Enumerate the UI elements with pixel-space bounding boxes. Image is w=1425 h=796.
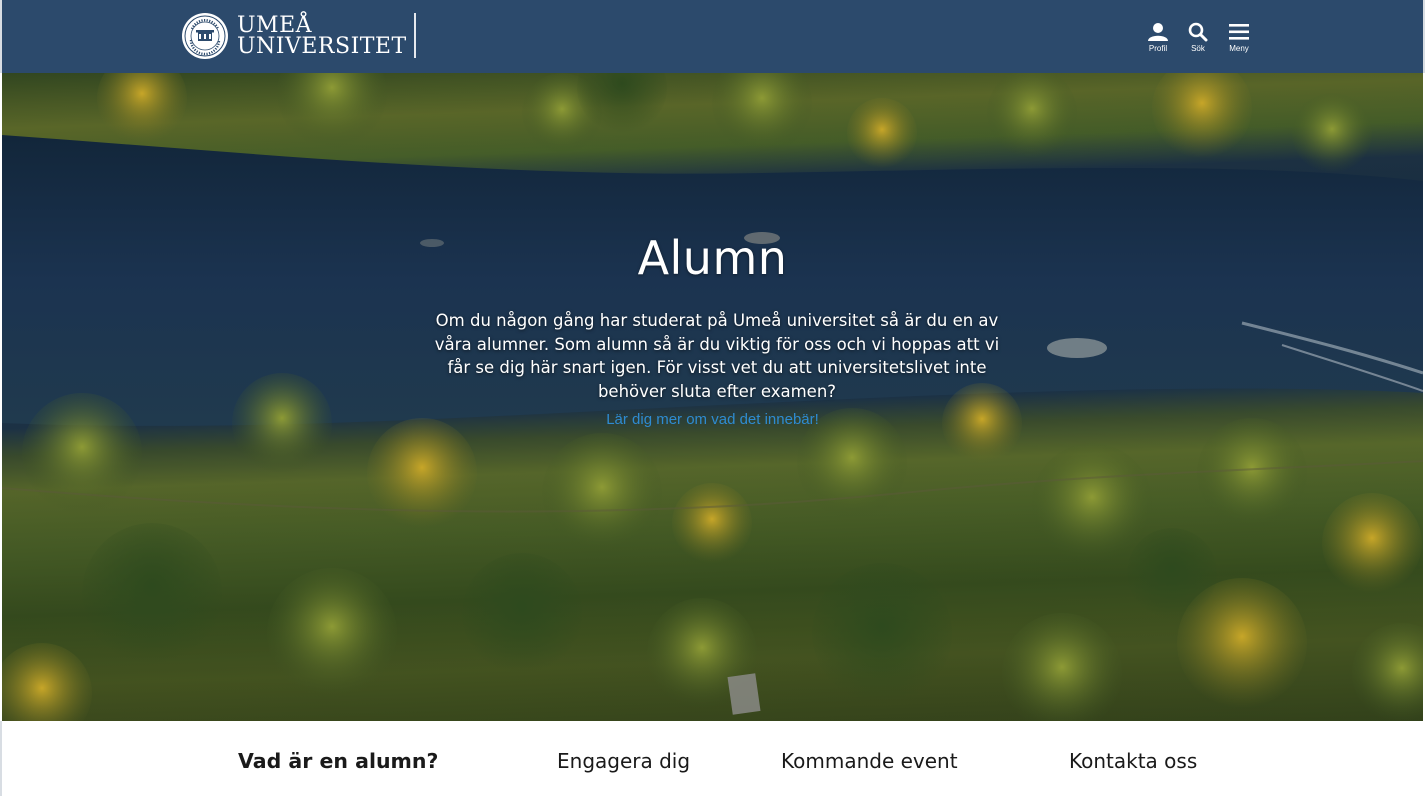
hamburger-menu-icon [1229, 24, 1249, 40]
hero-banner: Alumn Om du någon gång har studerat på U… [2, 73, 1423, 721]
logo-line-2: UNIVERSITET [237, 34, 407, 59]
search-label: Sök [1191, 44, 1205, 53]
site-header: UMEÅ UNIVERSITET Profil Sök Meny [0, 0, 1425, 73]
alumni-section-nav: Vad är en alumn? Engagera dig Kommande e… [0, 721, 1425, 796]
hero-description: Om du någon gång har studerat på Umeå un… [434, 311, 1000, 401]
university-seal-icon [182, 13, 228, 59]
subnav-item-what-is-alumn[interactable]: Vad är en alumn? [238, 749, 438, 773]
search-button[interactable]: Sök [1178, 22, 1218, 62]
profile-label: Profil [1148, 44, 1168, 53]
page-title: Alumn [637, 231, 788, 285]
subnav-item-upcoming-events[interactable]: Kommande event [781, 749, 958, 773]
logo-line-1: UMEÅ [237, 13, 313, 38]
search-icon [1188, 22, 1208, 42]
profile-button[interactable]: Profil [1138, 22, 1178, 62]
learn-more-link[interactable]: Lär dig mer om vad det innebär! [2, 411, 1423, 428]
logo-wordmark: UMEÅ UNIVERSITET [237, 13, 407, 59]
subnav-item-contact[interactable]: Kontakta oss [1069, 749, 1197, 773]
umea-universitet-logo[interactable]: UMEÅ UNIVERSITET [182, 12, 407, 60]
subnav-item-engage[interactable]: Engagera dig [557, 749, 690, 773]
menu-label: Meny [1229, 44, 1249, 53]
logo-divider [414, 13, 416, 58]
menu-button[interactable]: Meny [1219, 22, 1259, 62]
user-icon [1148, 23, 1168, 41]
